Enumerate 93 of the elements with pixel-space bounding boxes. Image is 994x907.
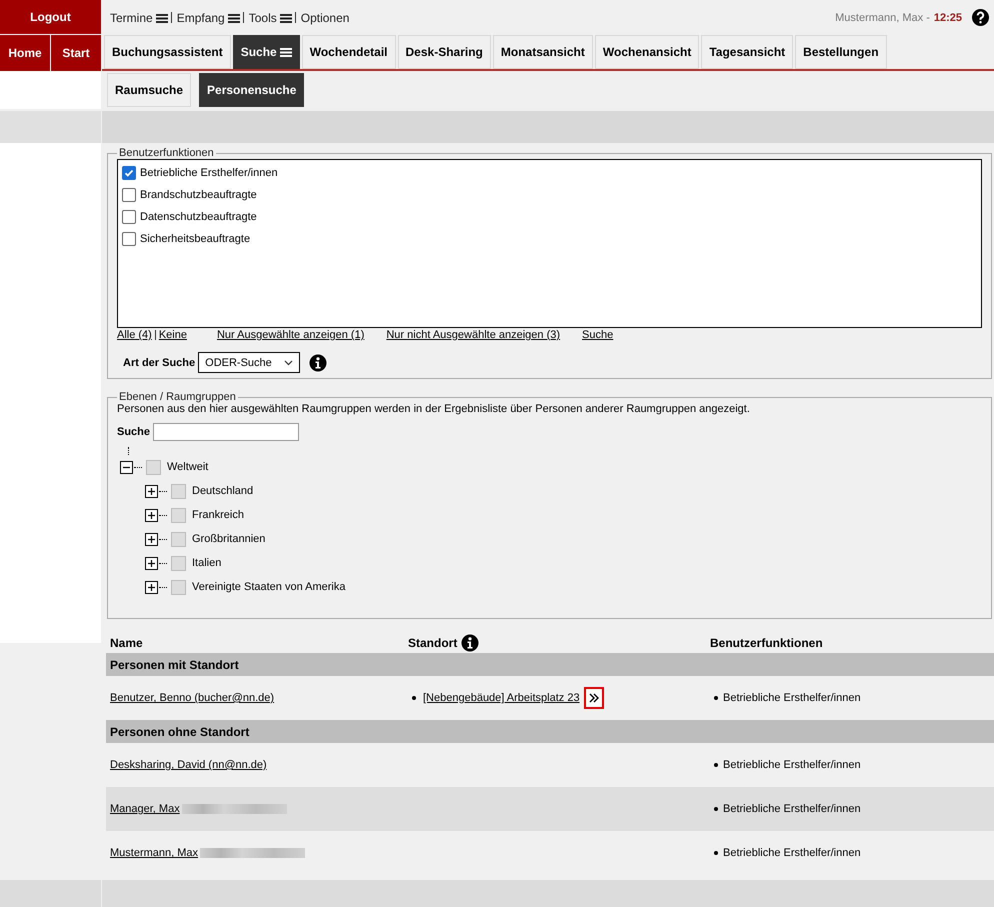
expand-button[interactable]: [145, 532, 158, 546]
group-header: Personen mit Standort: [106, 653, 994, 676]
bullet-icon: [412, 696, 416, 700]
tree-line: [134, 466, 142, 468]
tab[interactable]: Suche: [232, 35, 300, 69]
tree-line: [159, 538, 167, 540]
expand-button[interactable]: [145, 508, 158, 522]
function-item: Betriebliche Ersthelfer/innen: [723, 847, 861, 859]
tab[interactable]: Personensuche: [199, 73, 304, 107]
nav-button[interactable]: Home: [0, 35, 50, 71]
plus-icon: [146, 534, 157, 544]
double-chevron-icon: [588, 693, 599, 703]
field-label: Art der Suche: [123, 356, 196, 368]
panel-title: Ebenen / Raumgruppen: [118, 391, 237, 403]
option-label: Betriebliche Ersthelfer/innen: [140, 167, 278, 179]
chevron-down-icon: [284, 360, 293, 366]
tree-line: [159, 514, 167, 516]
tree-item-label[interactable]: Weltweit: [167, 461, 208, 473]
tab[interactable]: Bestellungen: [795, 35, 887, 69]
tree-item-label[interactable]: Deutschland: [192, 485, 254, 497]
expand-button[interactable]: [145, 580, 158, 594]
person-link[interactable]: Desksharing, David (nn@nn.de): [110, 759, 267, 771]
help-icon[interactable]: [972, 9, 989, 26]
group-header: Personen ohne Standort: [106, 720, 994, 743]
plus-icon: [146, 486, 157, 496]
plus-icon: [146, 558, 157, 568]
plus-icon: [146, 510, 157, 520]
bullet-icon: [714, 696, 718, 700]
function-item: Betriebliche Ersthelfer/innen: [723, 803, 861, 815]
search-type-dropdown[interactable]: ODER-Suche: [198, 352, 300, 373]
link[interactable]: Nur Ausgewählte anzeigen (1): [216, 329, 364, 341]
tree-item-label[interactable]: Großbritannien: [192, 533, 266, 545]
tab[interactable]: Tagesansicht: [701, 35, 794, 69]
tab[interactable]: Desk-Sharing: [398, 35, 491, 69]
checkbox[interactable]: [146, 460, 161, 474]
checkbox[interactable]: [171, 556, 186, 570]
field-label: Suche: [117, 426, 150, 438]
tree-line: [159, 586, 167, 588]
user-name: Mustermann, Max -: [835, 12, 930, 24]
tab[interactable]: Raumsuche: [107, 73, 192, 107]
checkbox[interactable]: [122, 210, 136, 224]
go-to-button[interactable]: [584, 687, 604, 709]
top-menu-item[interactable]: Optionen: [300, 10, 352, 24]
bullet-icon: [714, 851, 718, 855]
person-link[interactable]: Manager, Max: [110, 803, 180, 815]
option-label: Datenschutzbeauftragte: [140, 211, 257, 223]
expand-button[interactable]: [145, 556, 158, 570]
search-field[interactable]: [153, 423, 300, 441]
checkbox[interactable]: [171, 532, 186, 546]
location-link[interactable]: [Nebengebäude] Arbeitsplatz 23: [423, 692, 580, 704]
option-label: Brandschutzbeauftragte: [140, 189, 257, 201]
link[interactable]: Suche: [582, 329, 614, 341]
tab[interactable]: Monatsansicht: [492, 35, 593, 69]
logout-button[interactable]: Logout: [0, 0, 101, 35]
top-menu-item[interactable]: Termine: [110, 10, 171, 24]
function-item: Betriebliche Ersthelfer/innen: [723, 692, 861, 704]
checkbox[interactable]: [122, 188, 136, 202]
option-label: Sicherheitsbeauftragte: [140, 233, 250, 245]
checkbox[interactable]: [122, 232, 136, 246]
info-icon[interactable]: [308, 354, 327, 372]
column-header: Benutzerfunktionen: [709, 636, 824, 650]
link[interactable]: Keine: [158, 329, 187, 341]
column-header: Name: [109, 636, 144, 650]
tree-item-label[interactable]: Italien: [192, 557, 222, 569]
person-link[interactable]: Mustermann, Max: [110, 847, 198, 859]
tab[interactable]: Wochendetail: [302, 35, 396, 69]
info-icon[interactable]: [461, 634, 480, 652]
clock-time: 12:25: [934, 12, 962, 24]
tree-line: [159, 562, 167, 564]
link[interactable]: Nur nicht Ausgewählte anzeigen (3): [386, 329, 560, 341]
checkbox[interactable]: [171, 484, 186, 498]
checkbox[interactable]: [171, 580, 186, 594]
checkbox[interactable]: [171, 508, 186, 522]
top-menu-item[interactable]: Tools: [248, 10, 295, 24]
bullet-icon: [714, 763, 718, 767]
tree-line: [159, 490, 167, 492]
function-item: Betriebliche Ersthelfer/innen: [723, 759, 861, 771]
person-link[interactable]: Benutzer, Benno (bucher@nn.de): [110, 692, 274, 704]
tree-item-label[interactable]: Vereinigte Staaten von Amerika: [192, 581, 346, 593]
column-header: Standort: [408, 636, 458, 650]
expand-button[interactable]: [145, 484, 158, 498]
tab[interactable]: Buchungsassistent: [104, 35, 231, 69]
tree-item-label[interactable]: Frankreich: [192, 509, 244, 521]
bullet-icon: [714, 807, 718, 811]
panel-title: Benutzerfunktionen: [118, 147, 215, 159]
tab[interactable]: Wochenansicht: [594, 35, 700, 69]
hint-text: Personen aus den hier ausgewählten Raumgruppen werden in der Ergebnisliste über Personen anderer Raumgruppen angezeigt.: [117, 403, 751, 415]
plus-icon: [146, 582, 157, 592]
nav-button[interactable]: Start: [51, 35, 101, 71]
top-menu-item[interactable]: Empfang: [176, 10, 243, 24]
collapse-button[interactable]: [120, 460, 133, 474]
link[interactable]: Alle (4): [117, 329, 152, 341]
checkbox[interactable]: [122, 166, 136, 180]
